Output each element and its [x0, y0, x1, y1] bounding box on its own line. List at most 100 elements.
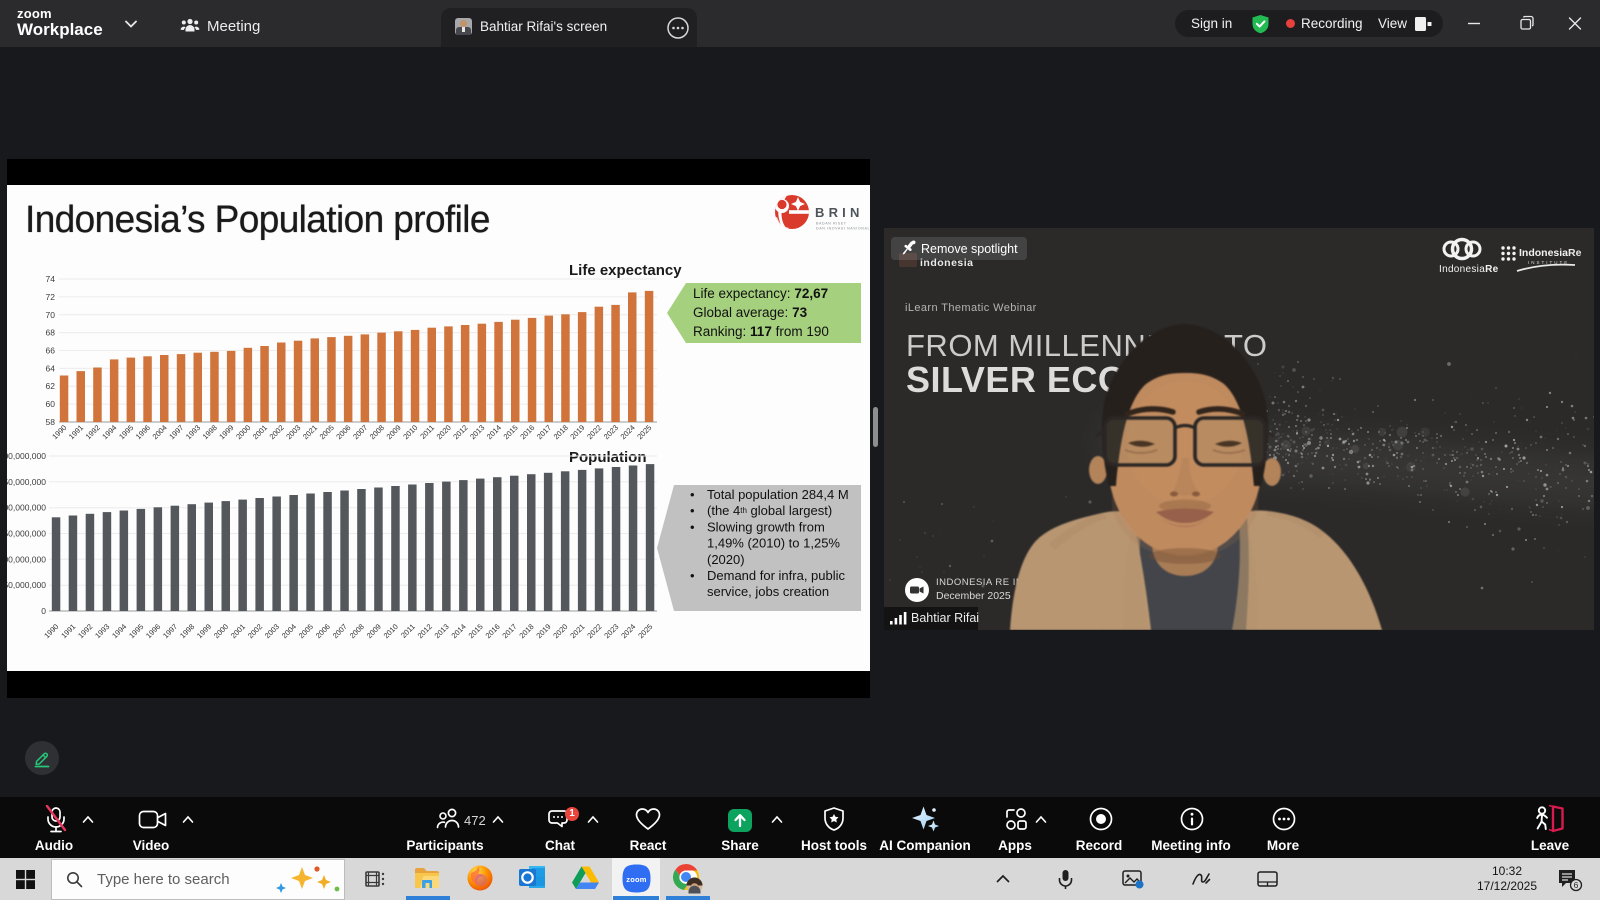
- svg-text:2015: 2015: [467, 622, 485, 640]
- svg-text:50,000,000: 50,000,000: [7, 580, 46, 590]
- svg-text:2001: 2001: [251, 423, 269, 441]
- svg-text:2020: 2020: [435, 423, 453, 441]
- svg-text:60: 60: [46, 399, 56, 409]
- svg-text:1991: 1991: [67, 423, 85, 441]
- svg-text:2000: 2000: [234, 423, 252, 441]
- svg-text:2024: 2024: [619, 423, 637, 441]
- svg-text:•: •: [690, 568, 695, 583]
- svg-text:1,49% (2010) to 1,25%: 1,49% (2010) to 1,25%: [707, 536, 840, 551]
- svg-text:1993: 1993: [93, 622, 111, 640]
- svg-text:2009: 2009: [365, 622, 383, 640]
- svg-text:2012: 2012: [416, 622, 434, 640]
- svg-text:62: 62: [46, 381, 56, 391]
- svg-text:1990: 1990: [42, 622, 60, 640]
- svg-text:1999: 1999: [217, 423, 235, 441]
- svg-text:Demand for infra, public: Demand for infra, public: [707, 568, 846, 583]
- svg-text:2010: 2010: [401, 423, 419, 441]
- svg-text:1998: 1998: [201, 423, 219, 441]
- svg-text:2005: 2005: [297, 622, 315, 640]
- svg-text:68: 68: [46, 328, 56, 338]
- svg-text:2003: 2003: [284, 423, 302, 441]
- svg-text:64: 64: [46, 363, 56, 373]
- svg-text:2012: 2012: [451, 423, 469, 441]
- svg-text:2018: 2018: [517, 622, 535, 640]
- svg-text:2023: 2023: [602, 622, 620, 640]
- svg-text:2006: 2006: [314, 622, 332, 640]
- svg-text:100,000,000: 100,000,000: [7, 554, 46, 564]
- svg-text:2016: 2016: [484, 622, 502, 640]
- svg-text:1999: 1999: [195, 622, 213, 640]
- svg-text:Slowing growth from: Slowing growth from: [707, 519, 825, 534]
- svg-text:1994: 1994: [100, 423, 118, 441]
- svg-text:2018: 2018: [552, 423, 570, 441]
- svg-text:2017: 2017: [535, 423, 553, 441]
- svg-text:1993: 1993: [184, 423, 202, 441]
- svg-text:2013: 2013: [468, 423, 486, 441]
- svg-text:2002: 2002: [268, 423, 286, 441]
- svg-text:2007: 2007: [331, 622, 349, 640]
- svg-text:Life expectancy: 72,67: Life expectancy: 72,67: [693, 286, 828, 301]
- svg-text:1997: 1997: [161, 622, 179, 640]
- svg-text:2010: 2010: [382, 622, 400, 640]
- svg-text:1998: 1998: [178, 622, 196, 640]
- svg-text:2007: 2007: [351, 423, 369, 441]
- svg-text:2005: 2005: [318, 423, 336, 441]
- svg-text:74: 74: [46, 274, 56, 284]
- svg-text:2001: 2001: [229, 622, 247, 640]
- svg-text:1994: 1994: [110, 622, 128, 640]
- svg-text:1991: 1991: [59, 622, 77, 640]
- svg-text:2008: 2008: [348, 622, 366, 640]
- svg-text:2019: 2019: [568, 423, 586, 441]
- svg-text:Global average: 73: Global average: 73: [693, 305, 808, 320]
- svg-text:0: 0: [41, 606, 46, 616]
- svg-text:2008: 2008: [368, 423, 386, 441]
- svg-text:2014: 2014: [485, 423, 503, 441]
- svg-text:zoom: zoom: [626, 875, 647, 884]
- svg-text:•: •: [690, 503, 695, 518]
- svg-text:1992: 1992: [84, 423, 102, 441]
- svg-text:Population: Population: [569, 449, 647, 466]
- svg-text:(2020): (2020): [707, 552, 745, 567]
- svg-text:2002: 2002: [246, 622, 264, 640]
- svg-text:2015: 2015: [502, 423, 520, 441]
- svg-text:service, jobs creation: service, jobs creation: [707, 584, 829, 599]
- svg-text:Life expectancy: Life expectancy: [569, 262, 682, 279]
- svg-text:300,000,000: 300,000,000: [7, 451, 46, 461]
- svg-text:Total population 284,4 M: Total population 284,4 M: [707, 487, 849, 502]
- svg-text:2024: 2024: [619, 622, 637, 640]
- svg-text:66: 66: [46, 346, 56, 356]
- svg-text:1995: 1995: [127, 622, 145, 640]
- svg-text:200,000,000: 200,000,000: [7, 503, 46, 513]
- svg-text:2021: 2021: [568, 622, 586, 640]
- svg-text:2004: 2004: [151, 423, 169, 441]
- svg-text:2000: 2000: [212, 622, 230, 640]
- svg-text:2011: 2011: [399, 622, 417, 640]
- svg-text:250,000,000: 250,000,000: [7, 477, 46, 487]
- svg-text:2013: 2013: [433, 622, 451, 640]
- svg-text:2003: 2003: [263, 622, 281, 640]
- svg-text:2004: 2004: [280, 622, 298, 640]
- svg-text:2019: 2019: [534, 622, 552, 640]
- svg-text:•: •: [690, 487, 695, 502]
- svg-text:2014: 2014: [450, 622, 468, 640]
- svg-text:1996: 1996: [134, 423, 152, 441]
- svg-text:6: 6: [1574, 880, 1579, 890]
- svg-text:2016: 2016: [518, 423, 536, 441]
- svg-text:2011: 2011: [418, 423, 436, 441]
- svg-text:2006: 2006: [334, 423, 352, 441]
- svg-text:1997: 1997: [167, 423, 185, 441]
- svg-text:2009: 2009: [385, 423, 403, 441]
- svg-text:2021: 2021: [301, 423, 319, 441]
- svg-text:58: 58: [46, 417, 56, 427]
- svg-text:2022: 2022: [585, 423, 603, 441]
- svg-text:72: 72: [46, 292, 56, 302]
- svg-text:1992: 1992: [76, 622, 94, 640]
- svg-text:2017: 2017: [500, 622, 518, 640]
- svg-text:1996: 1996: [144, 622, 162, 640]
- svg-text:2022: 2022: [585, 622, 603, 640]
- svg-text:2023: 2023: [602, 423, 620, 441]
- svg-text:150,000,000: 150,000,000: [7, 529, 46, 539]
- svg-text:2020: 2020: [551, 622, 569, 640]
- svg-text:70: 70: [46, 310, 56, 320]
- svg-text:2025: 2025: [635, 423, 653, 441]
